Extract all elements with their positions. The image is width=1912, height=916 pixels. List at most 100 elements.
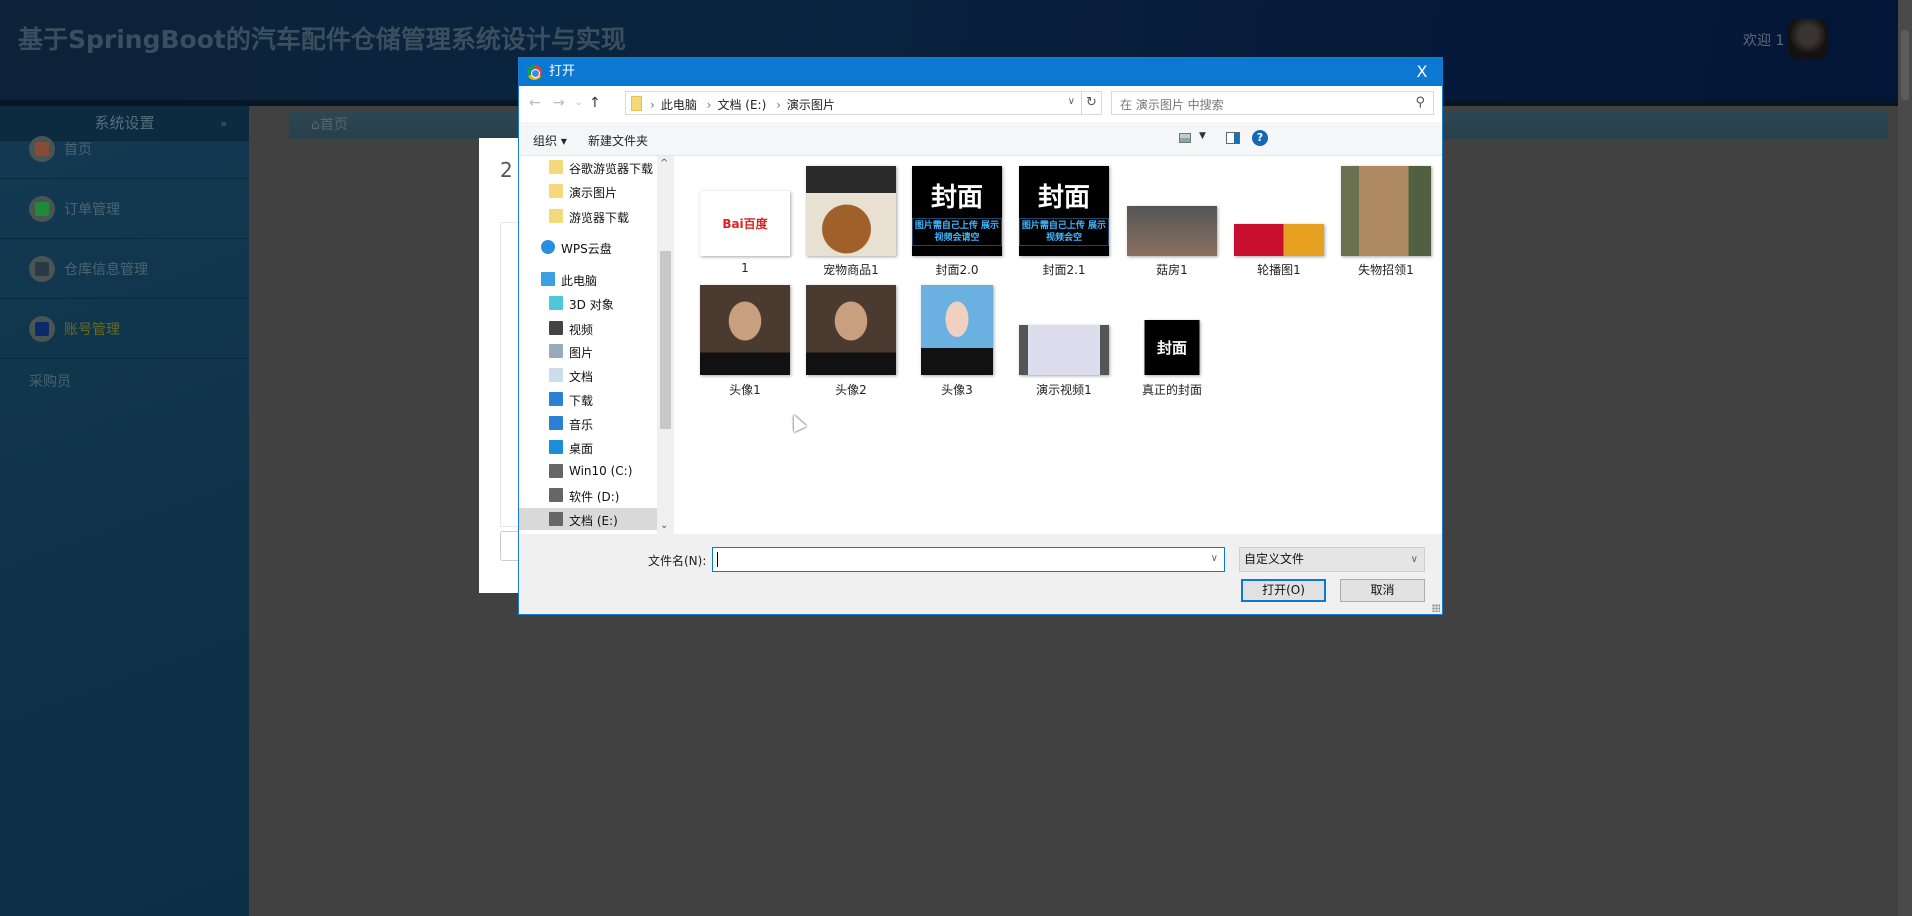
nav-item-label: 文档 (569, 370, 594, 384)
cover-title: 封面 (1156, 339, 1187, 357)
nav-item-label: 文档 (E:) (569, 514, 618, 528)
resize-grip[interactable] (1432, 604, 1440, 612)
file-name: 演示视频1 (1036, 383, 1092, 397)
open-button[interactable]: 打开(O) (1241, 579, 1326, 602)
folder-icon (549, 184, 563, 198)
sidebar-item[interactable]: 首页 (0, 119, 249, 179)
order-icon (29, 196, 55, 222)
nav-item[interactable]: Win10 (C:) (519, 460, 657, 482)
nav-item[interactable]: 3D 对象 (519, 292, 657, 314)
path-segment[interactable]: 文档 (E:) (717, 98, 766, 112)
nav-item[interactable]: 音乐 (519, 412, 657, 434)
drive-icon (549, 464, 563, 478)
file-thumbnail (1341, 166, 1431, 256)
chevron-down-icon[interactable]: ∨ (1068, 96, 1075, 107)
nav-scrollbar[interactable]: ^ ⌄ (657, 156, 674, 534)
sidebar-item[interactable]: 账号管理 (0, 299, 249, 359)
file-name: 轮播图1 (1257, 263, 1301, 277)
modal-step-number: 2 (500, 158, 513, 182)
file-thumbnail: Bai百度 (700, 191, 790, 256)
nav-item[interactable]: 文档 (E:) (519, 508, 657, 530)
pictures-icon (549, 344, 563, 358)
file-thumbnail (1234, 224, 1324, 256)
nav-item[interactable]: 演示图片 (519, 180, 657, 202)
nav-item-label: 3D 对象 (569, 298, 614, 312)
nav-item-label: 音乐 (569, 418, 594, 432)
scroll-down-icon[interactable]: ⌄ (660, 520, 668, 531)
warehouse-icon (29, 256, 55, 282)
page-scrollbar[interactable] (1898, 0, 1912, 916)
chevron-right-icon: › (706, 98, 712, 112)
scroll-up-icon[interactable]: ^ (660, 158, 668, 169)
nav-item[interactable]: 文档 (519, 364, 657, 386)
chevron-down-icon: ∨ (1410, 554, 1418, 565)
dialog-title-bar[interactable]: 打开 X (519, 58, 1442, 86)
path-segment[interactable]: 此电脑 (661, 98, 697, 112)
nav-item-label: 下载 (569, 394, 594, 408)
sidebar-item[interactable]: 订单管理 (0, 179, 249, 239)
folder-icon (549, 160, 563, 174)
chevron-right-icon: › (650, 98, 655, 112)
nav-item-label: 演示图片 (569, 186, 618, 200)
new-folder-button[interactable]: 新建文件夹 (588, 132, 648, 149)
preview-pane-icon[interactable] (1226, 132, 1240, 144)
folder-icon (549, 209, 563, 223)
avatar[interactable] (1788, 19, 1828, 59)
search-icon: ⚲ (1415, 95, 1425, 110)
address-bar[interactable]: › 此电脑 › 文档 (E:) › 演示图片 ∨ (625, 91, 1082, 115)
close-button[interactable]: X (1410, 58, 1434, 86)
chevron-down-icon[interactable]: ∨ (1211, 553, 1218, 564)
file-list: Bai百度 1 宠物商品1 封面 图片需自己上传 展示视频会请空 封面2.0 封面 图片需自己… (674, 156, 1442, 534)
refresh-button[interactable]: ↻ (1082, 91, 1102, 115)
file-name: 头像3 (941, 383, 973, 397)
cancel-button[interactable]: 取消 (1340, 579, 1425, 602)
nav-item[interactable]: 游览器下载 (519, 205, 657, 227)
file-open-dialog: 打开 X ← → ⌄ ↑ › 此电脑 › 文档 (E:) › 演示图片 ∨ ↻ 在 演… (518, 57, 1443, 615)
nav-item[interactable]: 软件 (D:) (519, 484, 657, 506)
scrollbar-thumb[interactable] (1901, 30, 1909, 100)
help-icon[interactable]: ? (1252, 130, 1268, 146)
nav-item-label: 软件 (D:) (569, 490, 620, 504)
file-thumbnail (1019, 325, 1109, 375)
cover-caption: 图片需自己上传 展示视频会空 (1019, 217, 1109, 246)
filename-input[interactable]: ∨ (712, 547, 1225, 572)
cover-title: 封面 (1037, 182, 1090, 213)
back-arrow-icon[interactable]: ← (529, 95, 541, 111)
welcome-text: 欢迎 1 (1743, 33, 1785, 49)
nav-item-label: 桌面 (569, 442, 594, 456)
organize-button[interactable]: 组织 ▾ (533, 132, 567, 149)
file-thumbnail (806, 285, 896, 375)
nav-item[interactable]: 桌面 (519, 436, 657, 458)
nav-item[interactable]: WPS云盘 (519, 236, 657, 258)
file-name: 头像1 (729, 383, 761, 397)
recent-dropdown-icon[interactable]: ⌄ (575, 98, 583, 108)
forward-arrow-icon[interactable]: → (553, 95, 565, 111)
view-icon[interactable] (1179, 133, 1191, 143)
up-arrow-icon[interactable]: ↑ (589, 95, 601, 111)
view-dropdown-icon[interactable]: ▼ (1199, 131, 1206, 141)
scrollbar-thumb[interactable] (660, 251, 671, 429)
path-segment[interactable]: 演示图片 (787, 98, 835, 112)
3d-objects-icon (549, 296, 563, 310)
nav-item[interactable]: 下载 (519, 388, 657, 410)
cover-caption: 图片需自己上传 展示视频会请空 (912, 217, 1002, 246)
drive-icon (549, 488, 563, 502)
sidebar-item[interactable]: 仓库信息管理 (0, 239, 249, 299)
search-input[interactable]: 在 演示图片 中搜索 ⚲ (1111, 91, 1434, 115)
nav-item-label: 视频 (569, 323, 594, 337)
nav-item-label: Win10 (C:) (569, 464, 633, 478)
nav-item[interactable]: 此电脑 (519, 268, 657, 290)
filename-label: 文件名(N): (648, 554, 707, 568)
file-type-select[interactable]: 自定义文件 ∨ (1239, 547, 1425, 572)
documents-icon (549, 368, 563, 382)
breadcrumb-home[interactable]: 首页 (320, 117, 348, 133)
user-icon (29, 316, 55, 342)
navigation-pane: 谷歌游览器下载演示图片游览器下载 WPS云盘此电脑 3D 对象视频图片文档下载音乐桌… (519, 156, 674, 534)
nav-item[interactable]: 视频 (519, 317, 657, 339)
music-icon (549, 416, 563, 430)
folder-icon (631, 96, 642, 111)
file-name: 真正的封面 (1141, 383, 1202, 397)
nav-item[interactable]: 谷歌游览器下载 (519, 156, 657, 178)
nav-item[interactable]: 图片 (519, 340, 657, 362)
home-icon: ⌂ (311, 117, 320, 133)
